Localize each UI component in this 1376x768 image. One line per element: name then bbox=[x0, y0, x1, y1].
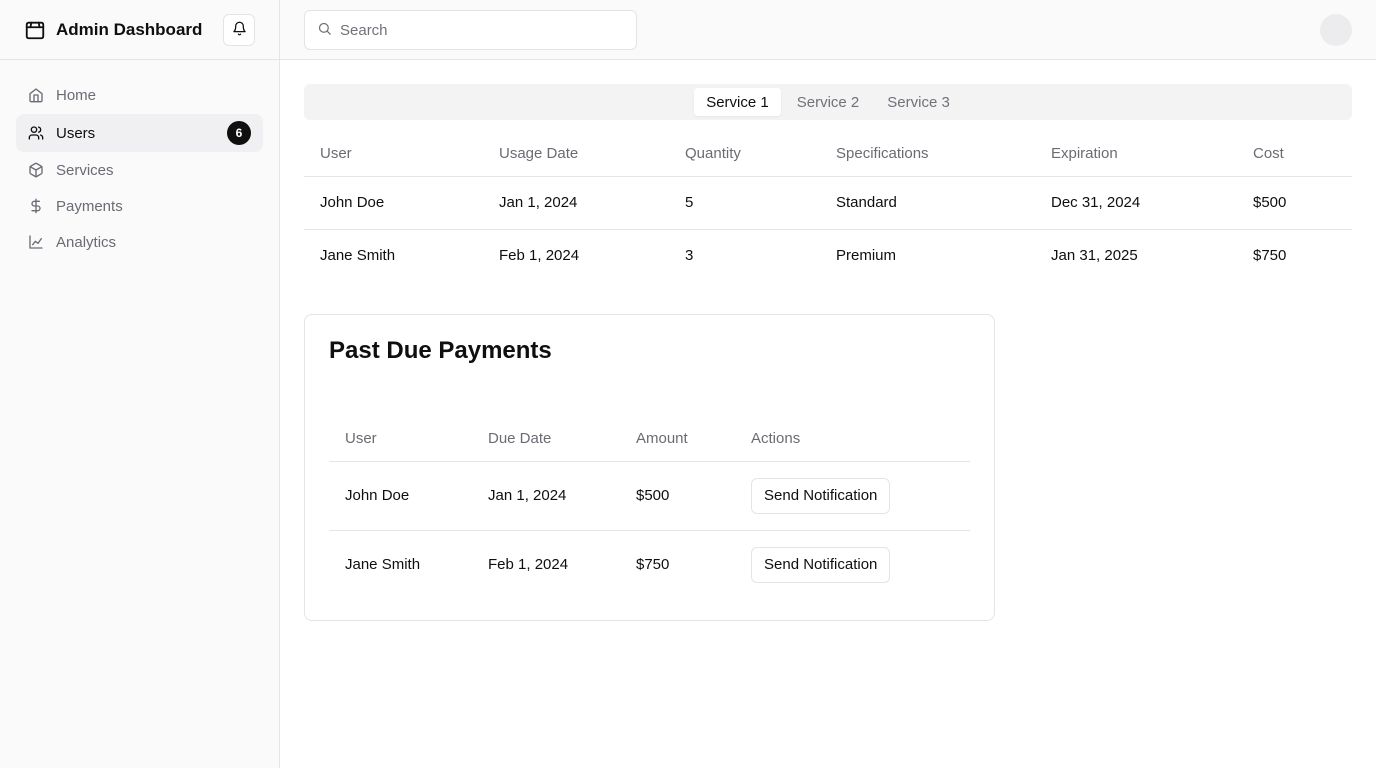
sidebar-item-payments[interactable]: Payments bbox=[16, 188, 263, 224]
past-due-table: User Due Date Amount Actions John Doe Ja… bbox=[329, 417, 970, 599]
cell-cost: $750 bbox=[1253, 247, 1287, 265]
dollar-icon bbox=[28, 198, 44, 214]
line-chart-icon bbox=[28, 234, 44, 250]
cell-user: John Doe bbox=[304, 176, 483, 230]
sidebar-item-label: Users bbox=[56, 124, 96, 142]
package-icon bbox=[24, 19, 46, 41]
users-icon bbox=[28, 125, 44, 141]
sidebar-item-analytics[interactable]: Analytics bbox=[16, 224, 263, 260]
cell-quantity: 5 bbox=[669, 176, 820, 230]
table-header-row: User Usage Date Quantity Specifications … bbox=[304, 132, 1352, 177]
column-header: Usage Date bbox=[483, 132, 669, 177]
service-tabs: Service 1 Service 2 Service 3 bbox=[304, 84, 1352, 120]
table-header-row: User Due Date Amount Actions bbox=[329, 417, 970, 462]
main-content: Service 1 Service 2 Service 3 User Usage… bbox=[304, 84, 1352, 621]
cell-due-date: Feb 1, 2024 bbox=[488, 556, 569, 574]
column-header: Cost bbox=[1237, 132, 1352, 177]
past-due-card: Past Due Payments User Due Date Amount A… bbox=[304, 314, 995, 621]
search-input[interactable] bbox=[340, 21, 620, 39]
package-icon bbox=[28, 162, 44, 178]
top-header bbox=[280, 0, 1376, 60]
column-header: Expiration bbox=[1035, 132, 1237, 177]
sidebar-item-label: Payments bbox=[56, 197, 123, 215]
cell-user: John Doe bbox=[329, 461, 472, 531]
column-header: Quantity bbox=[669, 132, 820, 177]
send-notification-button[interactable]: Send Notification bbox=[751, 546, 891, 583]
tab-service-2[interactable]: Service 2 bbox=[785, 88, 872, 116]
app-title: Admin Dashboard bbox=[56, 19, 203, 39]
cell-specifications: Premium bbox=[836, 247, 897, 265]
users-count-badge: 6 bbox=[227, 121, 251, 145]
sidebar-item-home[interactable]: Home bbox=[16, 76, 263, 114]
cell-due-date: Jan 1, 2024 bbox=[472, 461, 620, 531]
cell-usage-date: Jan 1, 2024 bbox=[483, 176, 669, 230]
column-header: User bbox=[304, 132, 483, 177]
cell-specifications: Standard bbox=[820, 176, 1035, 230]
column-header: Specifications bbox=[820, 132, 1035, 177]
table-row: John Doe Jan 1, 2024 $500 Send Notificat… bbox=[329, 461, 970, 531]
sidebar-nav: Home Users 6 Services Payments Analytics bbox=[0, 60, 279, 276]
table-row: Jane Smith Feb 1, 2024 3 Premium Jan 31,… bbox=[304, 229, 1352, 282]
card-title: Past Due Payments bbox=[329, 337, 552, 364]
cell-amount: $500 bbox=[620, 461, 735, 531]
service-table: User Usage Date Quantity Specifications … bbox=[304, 132, 1352, 282]
column-header: Due Date bbox=[472, 417, 620, 462]
sidebar: Admin Dashboard Home Users 6 Services Pa… bbox=[0, 0, 280, 768]
home-icon bbox=[28, 87, 44, 103]
sidebar-item-label: Home bbox=[56, 86, 97, 104]
column-header: Actions bbox=[735, 417, 970, 462]
cell-actions: Send Notification bbox=[735, 530, 970, 599]
cell-cost: $500 bbox=[1237, 176, 1352, 230]
tab-service-3[interactable]: Service 3 bbox=[875, 88, 962, 116]
tab-service-1[interactable]: Service 1 bbox=[694, 88, 781, 116]
search-icon bbox=[317, 21, 332, 40]
cell-actions: Send Notification bbox=[735, 461, 970, 531]
cell-user: Jane Smith bbox=[345, 556, 421, 574]
cell-quantity: 3 bbox=[685, 247, 694, 265]
cell-expiration: Jan 31, 2025 bbox=[1051, 247, 1138, 265]
table-row: John Doe Jan 1, 2024 5 Standard Dec 31, … bbox=[304, 176, 1352, 230]
column-header: Amount bbox=[620, 417, 735, 462]
cell-amount: $750 bbox=[636, 556, 670, 574]
cell-user: Jane Smith bbox=[320, 247, 396, 265]
sidebar-item-label: Services bbox=[56, 161, 114, 179]
cell-usage-date: Feb 1, 2024 bbox=[499, 247, 580, 265]
table-row: Jane Smith Feb 1, 2024 $750 Send Notific… bbox=[329, 530, 970, 599]
sidebar-item-services[interactable]: Services bbox=[16, 152, 263, 188]
notifications-button[interactable] bbox=[223, 14, 255, 46]
cell-expiration: Dec 31, 2024 bbox=[1035, 176, 1237, 230]
sidebar-item-users[interactable]: Users 6 bbox=[16, 114, 263, 152]
bell-icon bbox=[232, 21, 247, 39]
column-header: User bbox=[329, 417, 472, 462]
sidebar-item-label: Analytics bbox=[56, 233, 117, 251]
sidebar-header: Admin Dashboard bbox=[0, 0, 279, 60]
send-notification-button[interactable]: Send Notification bbox=[751, 477, 891, 514]
search-box[interactable] bbox=[304, 10, 637, 50]
avatar[interactable] bbox=[1320, 14, 1352, 46]
